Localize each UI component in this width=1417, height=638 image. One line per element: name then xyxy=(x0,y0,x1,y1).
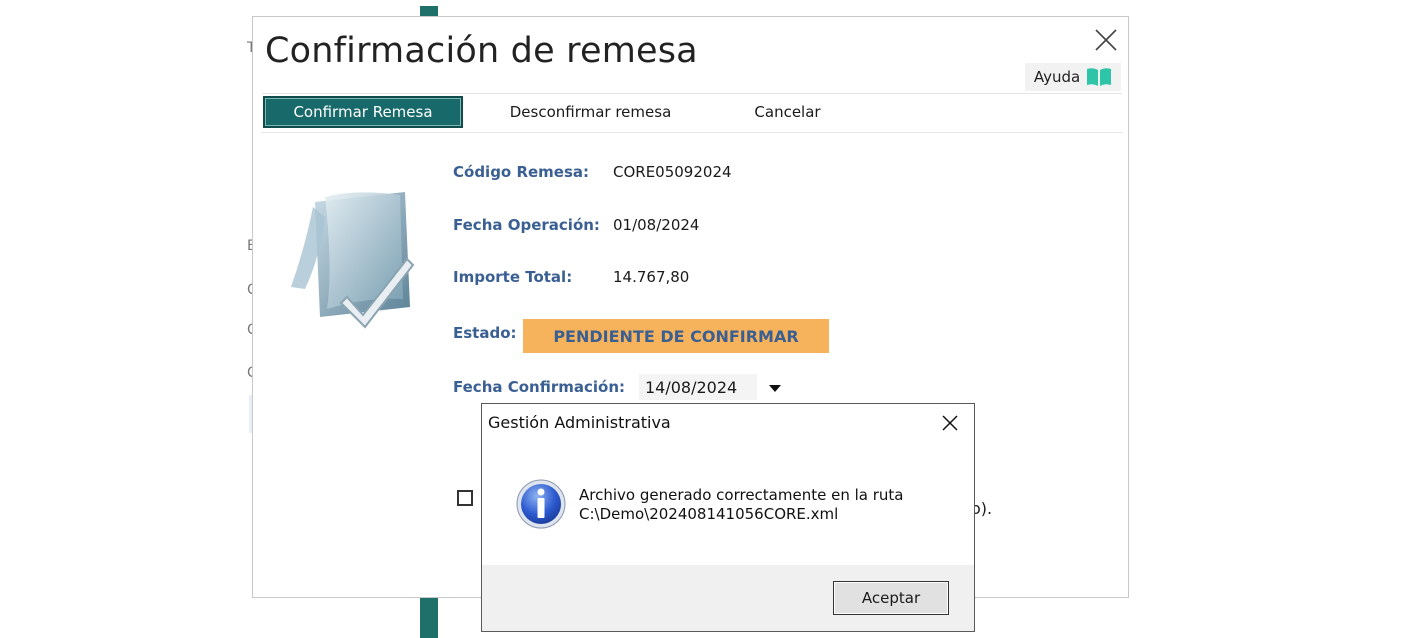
message-path: C:\Demo\202408141056CORE.xml xyxy=(579,505,839,523)
help-button[interactable]: Ayuda xyxy=(1025,63,1121,91)
chevron-down-icon[interactable] xyxy=(769,385,781,392)
status-badge: PENDIENTE DE CONFIRMAR xyxy=(523,319,829,353)
operation-date-value: 01/08/2024 xyxy=(613,216,700,234)
message-line: Archivo generado correctamente en la rut… xyxy=(579,486,904,504)
message-box-footer: Aceptar xyxy=(482,565,974,631)
operation-date-label: Fecha Operación: xyxy=(453,216,600,234)
unconfirm-remittance-button[interactable]: Desconfirmar remesa xyxy=(498,96,683,128)
message-text: Archivo generado correctamente en la rut… xyxy=(579,486,903,524)
confirmation-date-input[interactable]: 14/08/2024 xyxy=(639,374,757,400)
close-icon[interactable] xyxy=(940,413,960,433)
status-label: Estado: xyxy=(453,324,517,342)
confirm-remittance-button[interactable]: Confirmar Remesa xyxy=(263,96,463,128)
document-check-icon xyxy=(291,192,415,329)
background-app-accent xyxy=(420,6,438,16)
close-icon[interactable] xyxy=(1093,27,1119,53)
code-label: Código Remesa: xyxy=(453,163,590,181)
accept-button[interactable]: Aceptar xyxy=(833,581,949,615)
message-box: Gestión Administrativa Archivo generado … xyxy=(481,403,975,632)
total-amount-value: 14.767,80 xyxy=(613,268,690,286)
book-icon xyxy=(1087,68,1112,86)
help-label: Ayuda xyxy=(1033,68,1081,86)
total-amount-label: Importe Total: xyxy=(453,268,573,286)
code-value: CORE05092024 xyxy=(613,163,732,181)
dialog-title: Confirmación de remesa xyxy=(265,31,698,71)
info-icon xyxy=(516,479,566,529)
message-box-title: Gestión Administrativa xyxy=(488,413,671,432)
background-app-accent xyxy=(420,598,438,638)
option-checkbox[interactable] xyxy=(457,490,473,506)
cancel-button[interactable]: Cancelar xyxy=(740,96,835,128)
confirmation-date-label: Fecha Confirmación: xyxy=(453,378,626,396)
toolbar: Confirmar Remesa Desconfirmar remesa Can… xyxy=(262,93,1122,133)
